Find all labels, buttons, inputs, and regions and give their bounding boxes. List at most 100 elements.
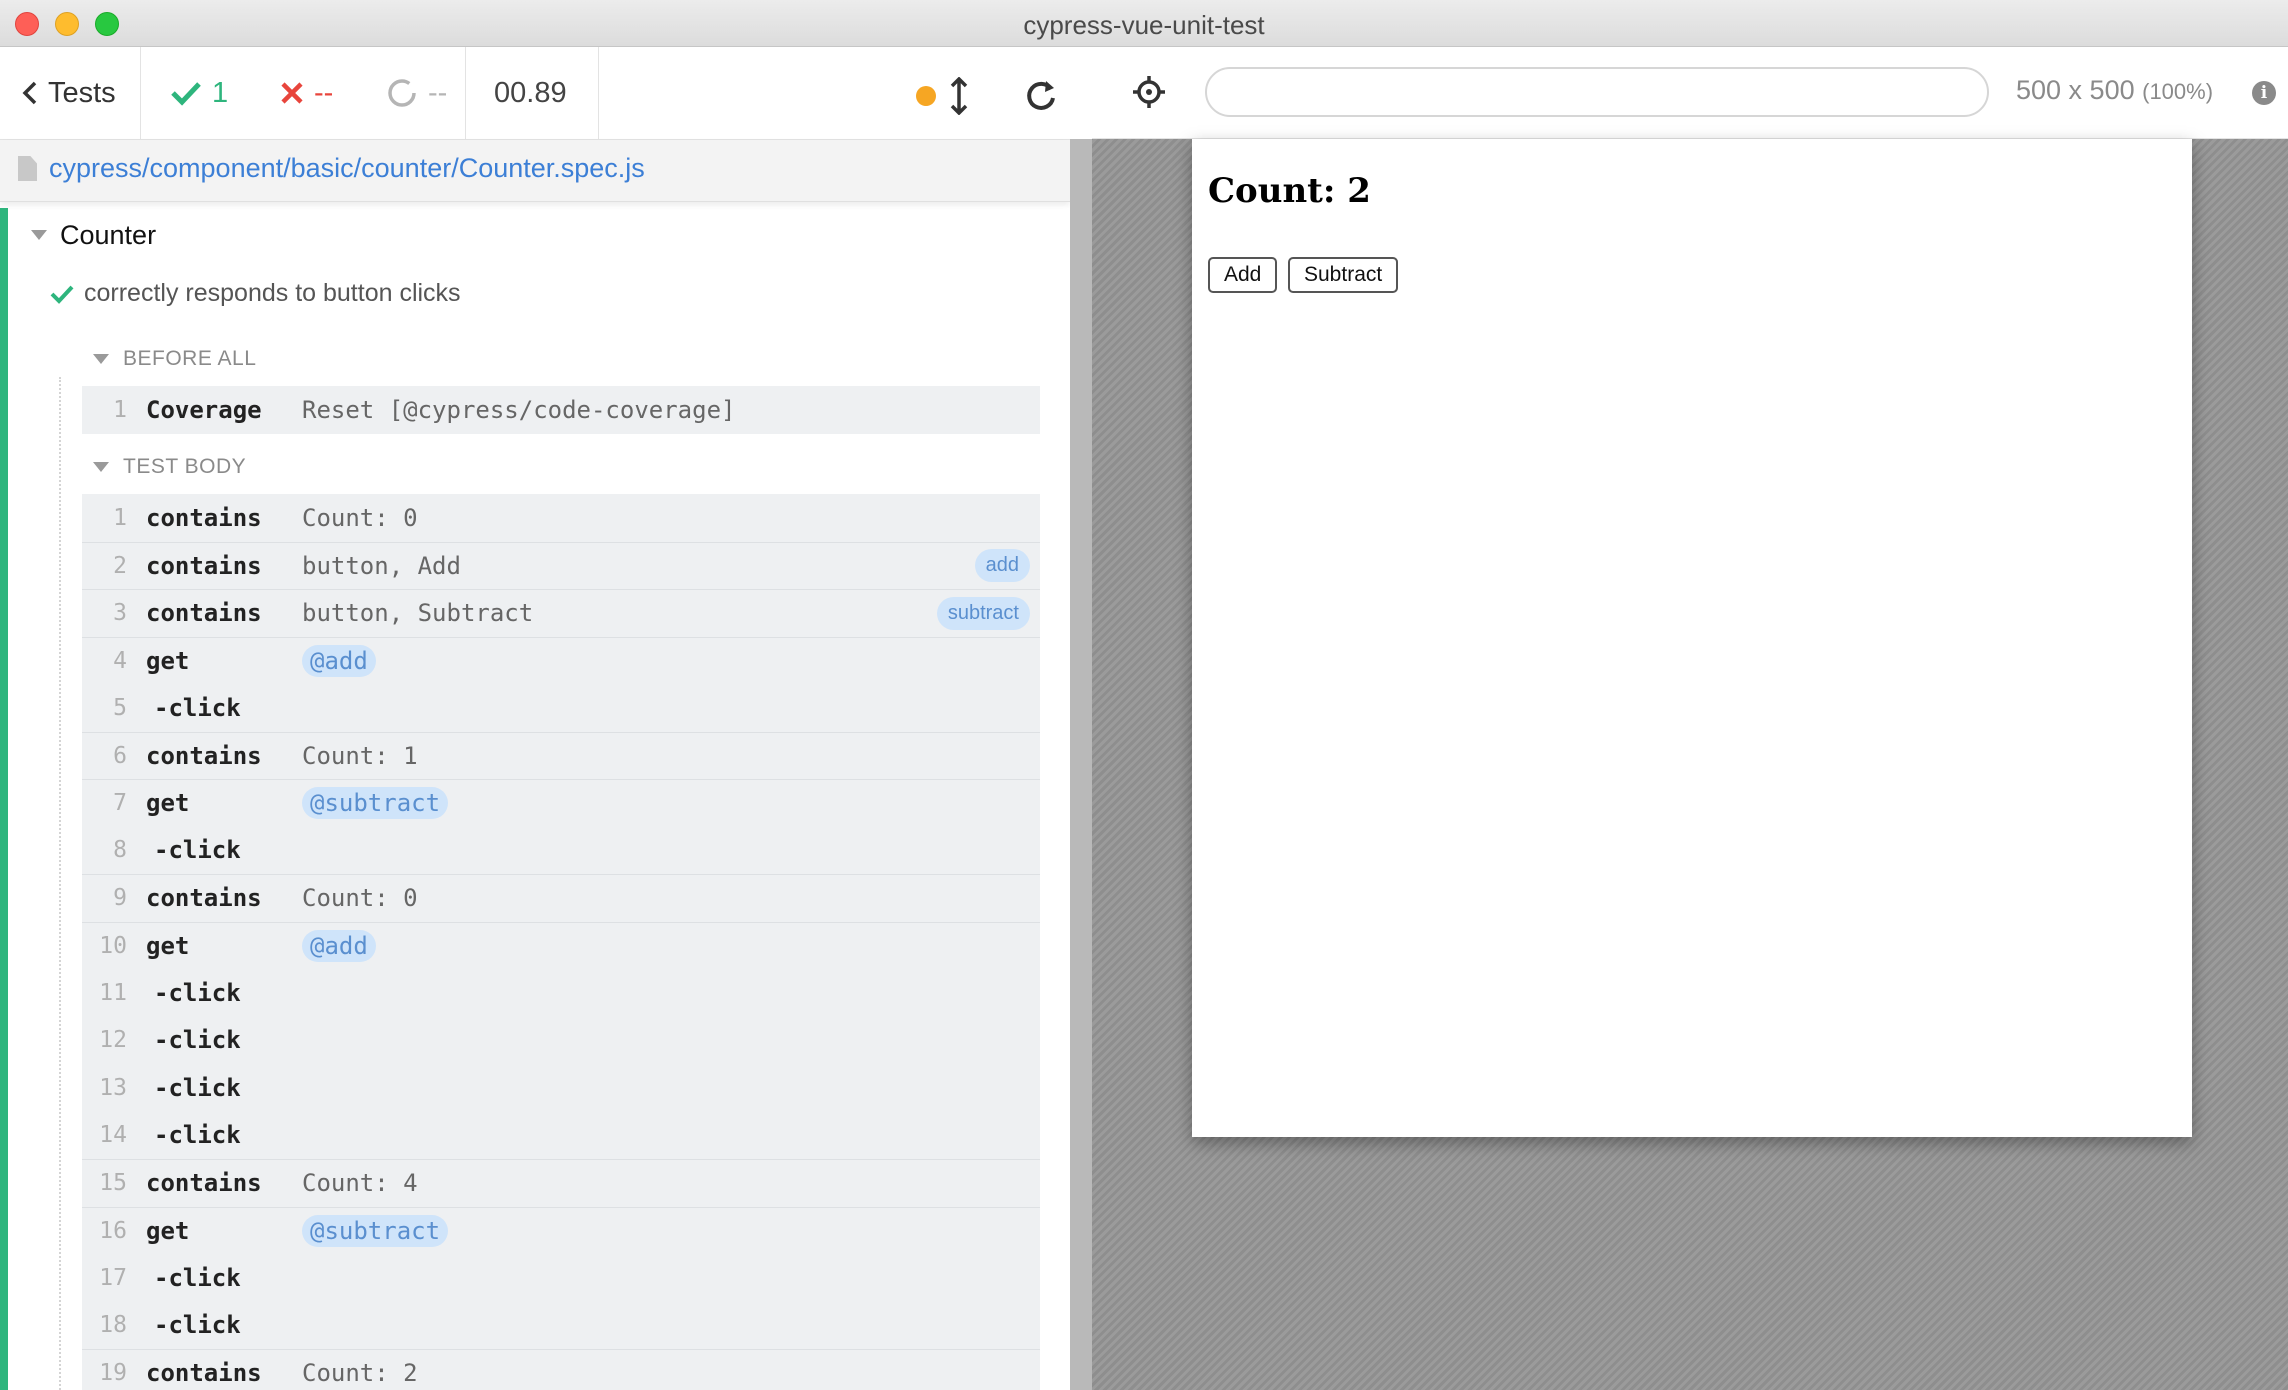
window-titlebar: cypress-vue-unit-test bbox=[0, 0, 2288, 47]
suite-title[interactable]: Counter bbox=[60, 220, 156, 251]
panel-splitter[interactable] bbox=[1070, 139, 1092, 1390]
alias-reference[interactable]: @add bbox=[302, 644, 376, 677]
command-number: 3 bbox=[113, 600, 127, 627]
running-dot-icon bbox=[916, 86, 936, 106]
command-name: get bbox=[146, 1216, 190, 1245]
command-row[interactable]: 2 contains button, Add add bbox=[82, 541, 1040, 590]
subtract-button[interactable]: Subtract bbox=[1288, 257, 1399, 293]
triangle-down-icon[interactable] bbox=[93, 462, 109, 472]
command-name: -click bbox=[154, 1121, 241, 1150]
command-guide-line bbox=[59, 377, 61, 1390]
command-row[interactable]: 4 get @add bbox=[82, 636, 1040, 685]
command-row[interactable]: 5 -click bbox=[82, 684, 1040, 732]
command-row[interactable]: 14 -click bbox=[82, 1112, 1040, 1160]
alias-reference[interactable]: @subtract bbox=[302, 1214, 449, 1247]
command-message: Count: 1 bbox=[302, 741, 418, 770]
command-number: 6 bbox=[113, 742, 127, 769]
command-row[interactable]: 6 contains Count: 1 bbox=[82, 731, 1040, 780]
command-row[interactable]: 17 -click bbox=[82, 1254, 1040, 1302]
command-name: -click bbox=[154, 693, 241, 722]
command-row[interactable]: 12 -click bbox=[82, 1017, 1040, 1065]
before-all-commands: 1 Coverage Reset [@cypress/code-coverage] bbox=[82, 386, 1040, 434]
command-row[interactable]: 8 -click bbox=[82, 827, 1040, 875]
pending-circle-icon bbox=[388, 79, 416, 107]
info-icon[interactable]: i bbox=[2252, 81, 2276, 105]
alias-reference[interactable]: @subtract bbox=[302, 787, 449, 820]
command-message: @subtract bbox=[302, 1214, 449, 1247]
command-message: Reset [@cypress/code-coverage] bbox=[302, 395, 736, 424]
command-row[interactable]: 19 contains Count: 2 bbox=[82, 1349, 1040, 1390]
test-title[interactable]: correctly responds to button clicks bbox=[84, 279, 461, 308]
command-row[interactable]: 9 contains Count: 0 bbox=[82, 874, 1040, 922]
failed-count[interactable]: -- bbox=[280, 74, 333, 112]
command-number: 18 bbox=[99, 1312, 127, 1339]
command-name: contains bbox=[146, 1169, 262, 1198]
test-body-commands: 1 contains Count: 0 2 contains button, Add add… bbox=[82, 494, 1040, 1390]
command-number: 8 bbox=[113, 837, 127, 864]
command-row[interactable]: 3 contains button, Subtract subtract bbox=[82, 589, 1040, 637]
command-row[interactable]: 18 -click bbox=[82, 1302, 1040, 1350]
preview-toolbar: 500 x 500 (100%) i bbox=[1092, 47, 2288, 139]
command-number: 13 bbox=[99, 1074, 127, 1101]
alias-badge[interactable]: add bbox=[974, 549, 1030, 583]
command-message: button, Add bbox=[302, 551, 461, 580]
triangle-down-icon[interactable] bbox=[31, 230, 47, 240]
x-icon bbox=[281, 82, 303, 104]
command-row[interactable]: 1 contains Count: 0 bbox=[82, 494, 1040, 542]
url-input[interactable] bbox=[1205, 67, 1989, 117]
pending-count[interactable]: -- bbox=[386, 74, 447, 112]
command-number: 11 bbox=[99, 979, 127, 1006]
command-row[interactable]: 10 get @add bbox=[82, 921, 1040, 970]
file-icon bbox=[18, 156, 37, 181]
reporter-panel: Tests 1 -- -- 00.89 cypress/component/ba… bbox=[0, 47, 1070, 1390]
command-row[interactable]: 13 -click bbox=[82, 1064, 1040, 1112]
command-message: Count: 0 bbox=[302, 503, 418, 532]
pending-value: -- bbox=[428, 77, 448, 109]
chevron-left-icon bbox=[22, 81, 37, 105]
command-name: -click bbox=[154, 1073, 241, 1102]
app-preview-panel: 500 x 500 (100%) i Count: 2 Add Subtract bbox=[1092, 47, 2288, 1390]
alias-reference[interactable]: @add bbox=[302, 929, 376, 962]
command-row[interactable]: 15 contains Count: 4 bbox=[82, 1159, 1040, 1207]
before-all-hook-title[interactable]: BEFORE ALL bbox=[123, 347, 256, 371]
command-number: 12 bbox=[99, 1027, 127, 1054]
command-number: 17 bbox=[99, 1264, 127, 1291]
suite-status-bar bbox=[0, 208, 8, 1390]
test-body-hook-title[interactable]: TEST BODY bbox=[123, 455, 246, 479]
command-row[interactable]: 1 Coverage Reset [@cypress/code-coverage] bbox=[82, 386, 1040, 434]
back-to-tests-button[interactable]: Tests bbox=[22, 74, 116, 112]
spec-file-bar: cypress/component/basic/counter/Counter.… bbox=[0, 140, 1070, 202]
command-number: 1 bbox=[113, 504, 127, 531]
command-row[interactable]: 16 get @subtract bbox=[82, 1206, 1040, 1255]
duration: 00.89 bbox=[494, 77, 567, 109]
command-number: 5 bbox=[113, 694, 127, 721]
command-message: @add bbox=[302, 929, 376, 962]
command-number: 2 bbox=[113, 552, 127, 579]
command-message: Count: 4 bbox=[302, 1169, 418, 1198]
spec-file-link[interactable]: cypress/component/basic/counter/Counter.… bbox=[49, 153, 645, 184]
command-name: contains bbox=[146, 503, 262, 532]
command-name: -click bbox=[154, 1026, 241, 1055]
command-number: 19 bbox=[99, 1360, 127, 1387]
add-button[interactable]: Add bbox=[1208, 257, 1278, 293]
app-under-test-frame: Count: 2 Add Subtract bbox=[1192, 139, 2192, 1137]
passed-count[interactable]: 1 bbox=[170, 74, 228, 112]
command-row[interactable]: 7 get @subtract bbox=[82, 779, 1040, 827]
command-message: @subtract bbox=[302, 787, 449, 820]
crosshair-icon[interactable] bbox=[1132, 75, 1166, 109]
command-name: get bbox=[146, 789, 190, 818]
command-number: 10 bbox=[99, 932, 127, 959]
command-row[interactable]: 11 -click bbox=[82, 969, 1040, 1017]
command-number: 14 bbox=[99, 1122, 127, 1149]
command-message: Count: 2 bbox=[302, 1359, 418, 1388]
resize-icon[interactable] bbox=[950, 77, 968, 115]
reporter-toolbar: Tests 1 -- -- 00.89 bbox=[0, 47, 1070, 140]
command-name: -click bbox=[154, 978, 241, 1007]
triangle-down-icon[interactable] bbox=[93, 354, 109, 364]
reload-icon[interactable] bbox=[1024, 78, 1058, 112]
viewport-size: 500 x 500 (100%) bbox=[2016, 75, 2213, 106]
alias-badge[interactable]: subtract bbox=[936, 596, 1030, 630]
command-name: contains bbox=[146, 599, 262, 628]
command-name: contains bbox=[146, 741, 262, 770]
command-message: @add bbox=[302, 644, 376, 677]
